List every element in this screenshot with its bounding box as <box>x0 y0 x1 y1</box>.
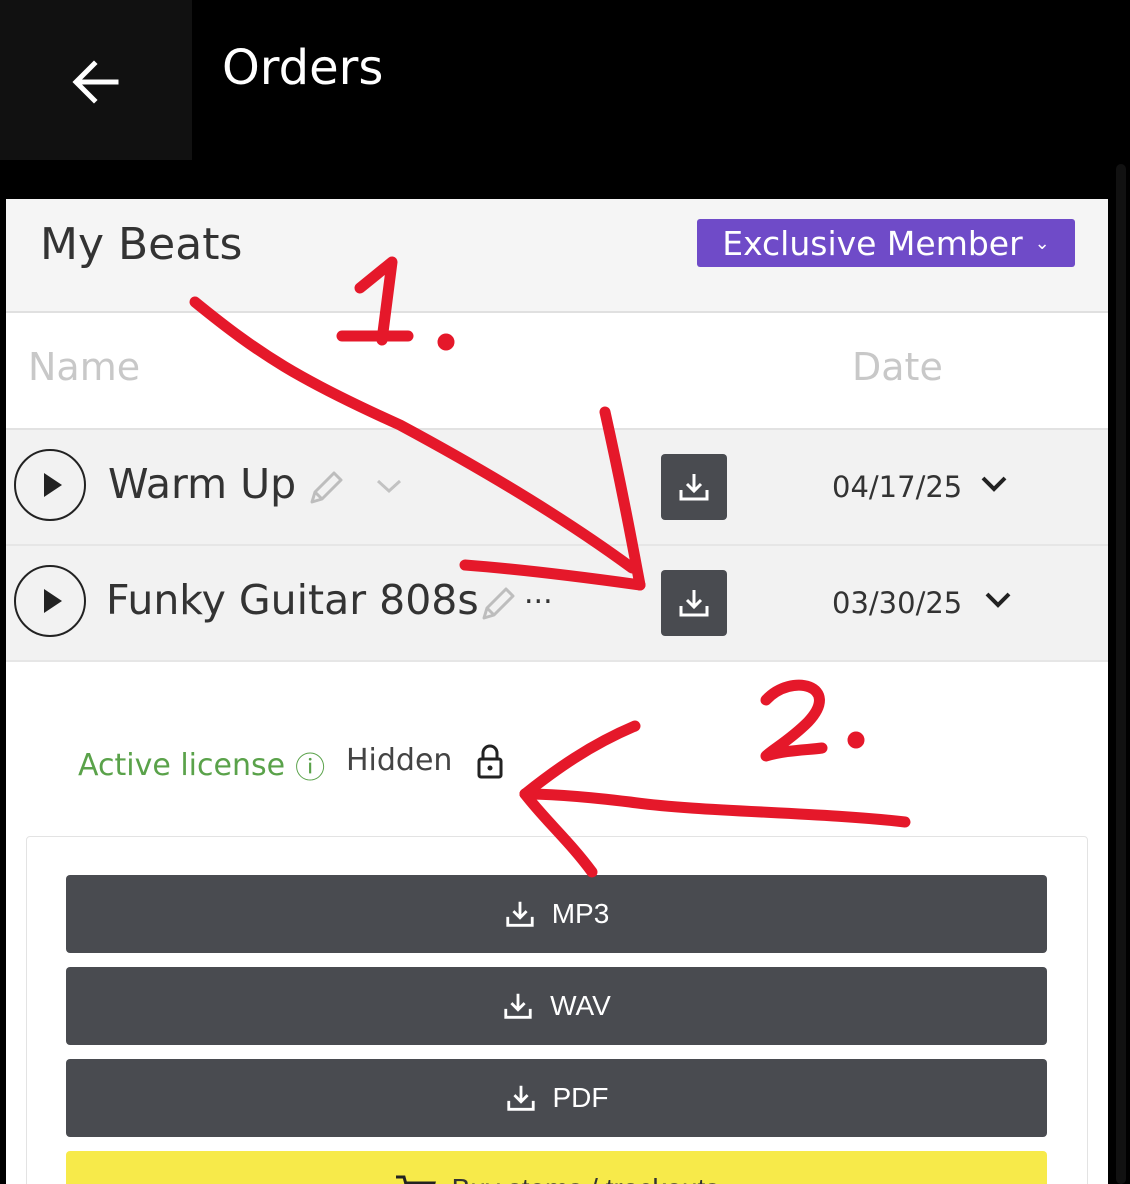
download-wav-button[interactable]: WAV <box>66 967 1047 1045</box>
lock-icon[interactable] <box>476 744 504 780</box>
download-pdf-button[interactable]: PDF <box>66 1059 1047 1137</box>
pencil-icon[interactable] <box>478 584 518 624</box>
download-label: MP3 <box>551 898 610 929</box>
beat-name: Funky Guitar 808s <box>106 576 479 624</box>
membership-dropdown[interactable]: Exclusive Member ⌄ <box>697 219 1075 267</box>
download-icon <box>504 993 532 1019</box>
download-mp3-button[interactable]: MP3 <box>66 875 1047 953</box>
scroll-thumb[interactable] <box>1116 164 1126 1184</box>
chevron-down-icon[interactable] <box>980 474 1008 494</box>
pencil-icon[interactable] <box>306 468 346 508</box>
more-ellipsis[interactable]: ... <box>524 576 553 611</box>
beat-date: 03/30/25 <box>832 586 963 620</box>
play-icon[interactable] <box>14 565 86 637</box>
download-icon <box>506 1085 535 1111</box>
download-label: PDF <box>552 1082 609 1113</box>
play-icon[interactable] <box>14 449 86 521</box>
download-icon <box>506 901 534 927</box>
download-icon <box>679 474 709 501</box>
page-title: Orders <box>222 40 384 96</box>
arrow-left-icon <box>72 60 119 104</box>
visibility-label: Hidden <box>346 743 453 778</box>
column-header-date[interactable]: Date <box>852 345 943 389</box>
buy-stems-button[interactable]: Buy stems / trackouts <box>66 1151 1047 1184</box>
license-status: Active license ⓘ <box>78 743 325 787</box>
download-button[interactable] <box>661 454 727 520</box>
download-icon <box>679 590 709 617</box>
info-icon[interactable]: ⓘ <box>295 743 325 787</box>
table-row[interactable]: Warm Up 04/17/25 <box>6 430 1108 546</box>
table-row[interactable]: Funky Guitar 808s ... 03/30/25 <box>6 546 1108 662</box>
column-header-name[interactable]: Name <box>28 345 140 389</box>
beat-date: 04/17/25 <box>832 470 963 504</box>
my-beats-panel: My Beats Exclusive Member ⌄ Name Date Wa… <box>6 199 1108 1184</box>
buy-stems-label: Buy stems / trackouts <box>452 1173 720 1184</box>
chevron-down-icon[interactable] <box>984 590 1012 610</box>
membership-label: Exclusive Member <box>722 223 1023 263</box>
back-button[interactable] <box>0 0 192 160</box>
panel-header: My Beats Exclusive Member ⌄ <box>6 199 1108 313</box>
chevron-down-icon[interactable] <box>376 478 402 494</box>
beat-name: Warm Up <box>108 460 297 508</box>
scrollbar[interactable] <box>1114 160 1130 1184</box>
download-button[interactable] <box>661 570 727 636</box>
download-label: WAV <box>550 990 611 1021</box>
cart-icon <box>395 1175 436 1184</box>
chevron-down-icon: ⌄ <box>1034 232 1050 254</box>
license-label: Active license <box>78 747 286 783</box>
panel-title: My Beats <box>40 219 243 270</box>
